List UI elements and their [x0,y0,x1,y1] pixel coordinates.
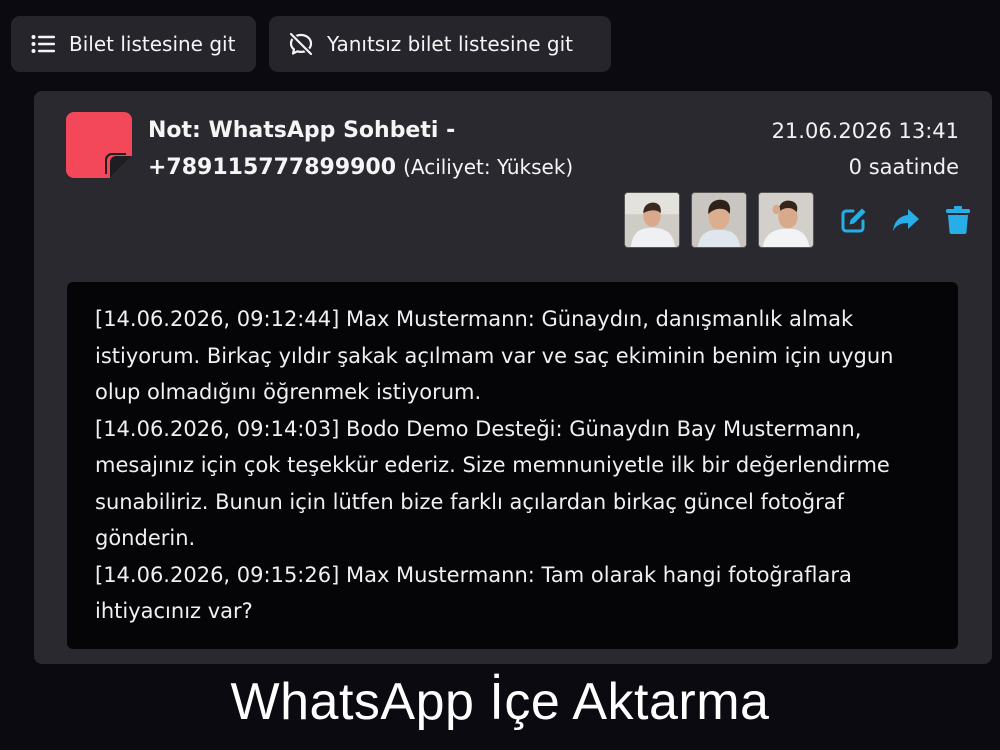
go-to-unanswered-list-label: Yanıtsız bilet listesine git [327,32,574,56]
ticket-age: 0 saatinde [848,155,959,179]
note-icon [66,112,132,178]
attachment-thumbnail-1[interactable] [624,192,680,248]
chat-message: [14.06.2026, 09:15:26] Max Mustermann: T… [95,562,852,624]
forward-icon[interactable] [891,205,921,235]
ticket-datetime: 21.06.2026 13:41 [771,119,959,143]
trash-icon[interactable] [943,205,973,235]
ticket-card: Not: WhatsApp Sohbeti - +789115777899900… [34,91,992,664]
go-to-unanswered-list-button[interactable]: Yanıtsız bilet listesine git [269,16,611,72]
go-to-ticket-list-button[interactable]: Bilet listesine git [11,16,256,72]
ticket-actions [624,192,973,248]
attachment-thumbnail-3[interactable] [758,192,814,248]
attachment-thumbnail-2[interactable] [691,192,747,248]
caption-text: WhatsApp İçe Aktarma [230,673,770,731]
ticket-title: Not: WhatsApp Sohbeti - +789115777899900… [148,113,668,186]
urgency-label: (Aciliyet: Yüksek) [403,155,574,179]
chat-message: [14.06.2026, 09:12:44] Max Mustermann: G… [95,307,894,404]
go-to-ticket-list-label: Bilet listesine git [69,32,236,56]
top-toolbar: Bilet listesine git Yanıtsız bilet liste… [11,16,611,72]
edit-icon[interactable] [839,205,869,235]
chat-transcript: [14.06.2026, 09:12:44] Max Mustermann: G… [67,282,958,649]
no-comment-icon [288,31,314,57]
ticket-meta: 21.06.2026 13:41 0 saatinde [772,113,959,185]
chat-message: [14.06.2026, 09:14:03] Bodo Demo Desteği… [95,416,890,551]
list-icon [30,31,56,57]
